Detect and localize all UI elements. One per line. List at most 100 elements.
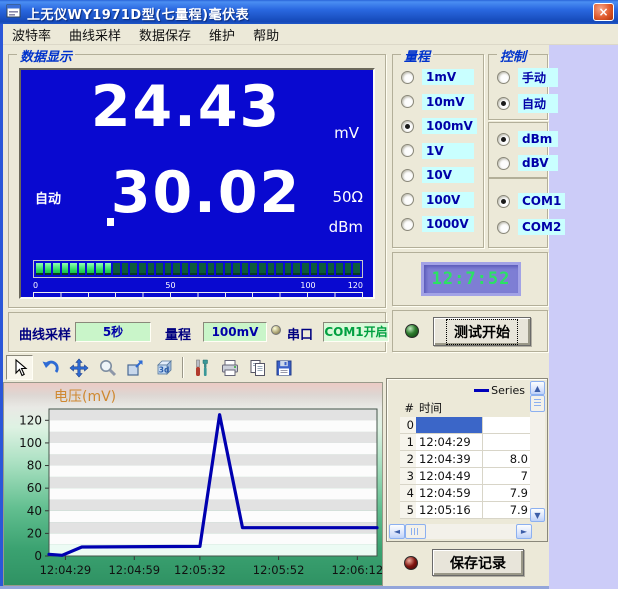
scroll-up-icon[interactable]: ▲ (530, 381, 545, 395)
start-test-button[interactable]: 测试开始 (433, 317, 531, 346)
value-cell[interactable]: 7.9 (482, 485, 530, 502)
value-cell[interactable]: 8.0 (482, 451, 530, 468)
row-index-cell[interactable]: 3 (400, 468, 416, 485)
time-cell[interactable]: 12:04:49 (416, 468, 482, 485)
svg-text:12:04:59: 12:04:59 (108, 563, 160, 577)
svg-text:12:04:29: 12:04:29 (40, 563, 92, 577)
radio-selected-icon[interactable] (497, 195, 510, 208)
radio-icon[interactable] (401, 144, 414, 157)
radio-label: 1000V (422, 216, 474, 232)
radio-icon[interactable] (401, 71, 414, 84)
pan-icon[interactable] (65, 355, 92, 380)
value-cell[interactable]: 7.9 (482, 502, 530, 519)
print-icon[interactable] (216, 355, 243, 380)
row-index-cell[interactable]: 5 (400, 502, 416, 519)
radio-icon[interactable] (497, 221, 510, 234)
radio-icon[interactable] (401, 169, 414, 182)
range-option-100mV[interactable]: 100mV (401, 116, 477, 136)
row-index-cell[interactable]: 4 (400, 485, 416, 502)
bar-scale-label: 0 (33, 281, 38, 290)
bar-segment (276, 263, 283, 275)
range-option-1000V[interactable]: 1000V (401, 214, 474, 234)
table-row[interactable]: 212:04:398.0 (400, 451, 530, 468)
menu-item-5[interactable]: 帮助 (244, 23, 288, 46)
time-cell[interactable]: 12:04:59 (416, 485, 482, 502)
bar-segment (233, 263, 240, 275)
sampling-value-field[interactable]: 5秒 (75, 322, 151, 342)
menu-item-4[interactable]: 维护 (200, 23, 244, 46)
range-option-10V[interactable]: 10V (401, 165, 474, 185)
range-option-1V[interactable]: 1V (401, 141, 474, 161)
control-option-自动[interactable]: 自动 (497, 93, 558, 113)
undo-icon[interactable] (37, 355, 64, 380)
range-group-label: 量程 (401, 46, 433, 65)
vertical-scrollbar[interactable]: ▲ ▼ (530, 381, 545, 522)
save-record-button[interactable]: 保存记录 (432, 549, 524, 576)
menu-item-1[interactable]: 波特率 (3, 23, 60, 46)
control-option-手动[interactable]: 手动 (497, 67, 558, 87)
unit-option-dBV[interactable]: dBV (497, 153, 558, 173)
bar-segment (268, 263, 275, 275)
copy-icon[interactable] (244, 355, 271, 380)
radio-icon[interactable] (401, 193, 414, 206)
voltage-chart[interactable]: 02040608010012012:04:2912:04:5912:05:321… (4, 383, 384, 587)
bar-segment (165, 263, 172, 275)
horizontal-scroll-thumb[interactable] (405, 524, 426, 539)
save-icon[interactable] (270, 355, 297, 380)
svg-text:80: 80 (27, 459, 42, 473)
table-row[interactable]: 112:04:29 (400, 434, 530, 451)
table-row[interactable]: 312:04:497 (400, 468, 530, 485)
radio-icon[interactable] (497, 71, 510, 84)
time-cell[interactable]: 12:05:16 (416, 502, 482, 519)
bar-segment (139, 263, 146, 275)
table-row[interactable]: 0 (400, 417, 530, 434)
radio-icon[interactable] (401, 95, 414, 108)
radio-icon[interactable] (401, 218, 414, 231)
row-index-cell[interactable]: 1 (400, 434, 416, 451)
time-cell[interactable]: 12:04:39 (416, 451, 482, 468)
radio-icon[interactable] (497, 157, 510, 170)
title-bar[interactable]: 上无仪WY1971D型(七量程)毫伏表 × (0, 0, 618, 24)
radio-selected-icon[interactable] (497, 97, 510, 110)
vertical-scroll-thumb[interactable] (530, 395, 545, 412)
table-row[interactable]: 412:04:597.9 (400, 485, 530, 502)
range-option-1mV[interactable]: 1mV (401, 67, 474, 87)
menu-item-3[interactable]: 数据保存 (130, 23, 200, 46)
svg-text:40: 40 (27, 504, 42, 518)
table-row[interactable]: 512:05:167.9 (400, 502, 530, 519)
test-panel: 测试开始 (392, 310, 548, 352)
value-cell[interactable] (482, 417, 530, 434)
range-option-10mV[interactable]: 10mV (401, 92, 474, 112)
app-icon[interactable] (6, 4, 22, 20)
radio-selected-icon[interactable] (497, 133, 510, 146)
bar-segment (96, 263, 103, 275)
row-index-cell[interactable]: 2 (400, 451, 416, 468)
scroll-right-icon[interactable]: ► (516, 524, 532, 539)
time-cell[interactable] (416, 417, 482, 434)
menu-item-2[interactable]: 曲线采样 (60, 23, 130, 46)
scroll-left-icon[interactable]: ◄ (389, 524, 405, 539)
zoom-icon[interactable] (94, 355, 121, 380)
digital-clock: 12:7:52 (421, 262, 521, 296)
zoom-out-icon[interactable] (121, 355, 148, 380)
svg-text:60: 60 (27, 481, 42, 495)
value-cell[interactable] (482, 434, 530, 451)
radio-selected-icon[interactable] (401, 120, 414, 133)
range-option-100V[interactable]: 100V (401, 190, 474, 210)
port-option-COM1[interactable]: COM1 (497, 191, 565, 211)
scroll-down-icon[interactable]: ▼ (530, 508, 545, 522)
value-cell[interactable]: 7 (482, 468, 530, 485)
3d-icon[interactable]: 3d (150, 355, 177, 380)
pointer-tool-icon[interactable] (6, 355, 33, 380)
tools-icon[interactable] (187, 355, 214, 380)
time-cell[interactable]: 12:04:29 (416, 434, 482, 451)
grid-header-value (482, 400, 530, 417)
row-index-cell[interactable]: 0 (400, 417, 416, 434)
horizontal-scrollbar[interactable]: ◄ ► (389, 524, 532, 539)
close-button[interactable]: × (593, 3, 614, 21)
port-option-COM2[interactable]: COM2 (497, 217, 565, 237)
port-value-field[interactable]: COM1开启 (323, 322, 389, 342)
range-value-field[interactable]: 100mV (203, 322, 267, 342)
data-display-group-label: 数据显示 (17, 46, 75, 65)
unit-option-dBm[interactable]: dBm (497, 129, 558, 149)
